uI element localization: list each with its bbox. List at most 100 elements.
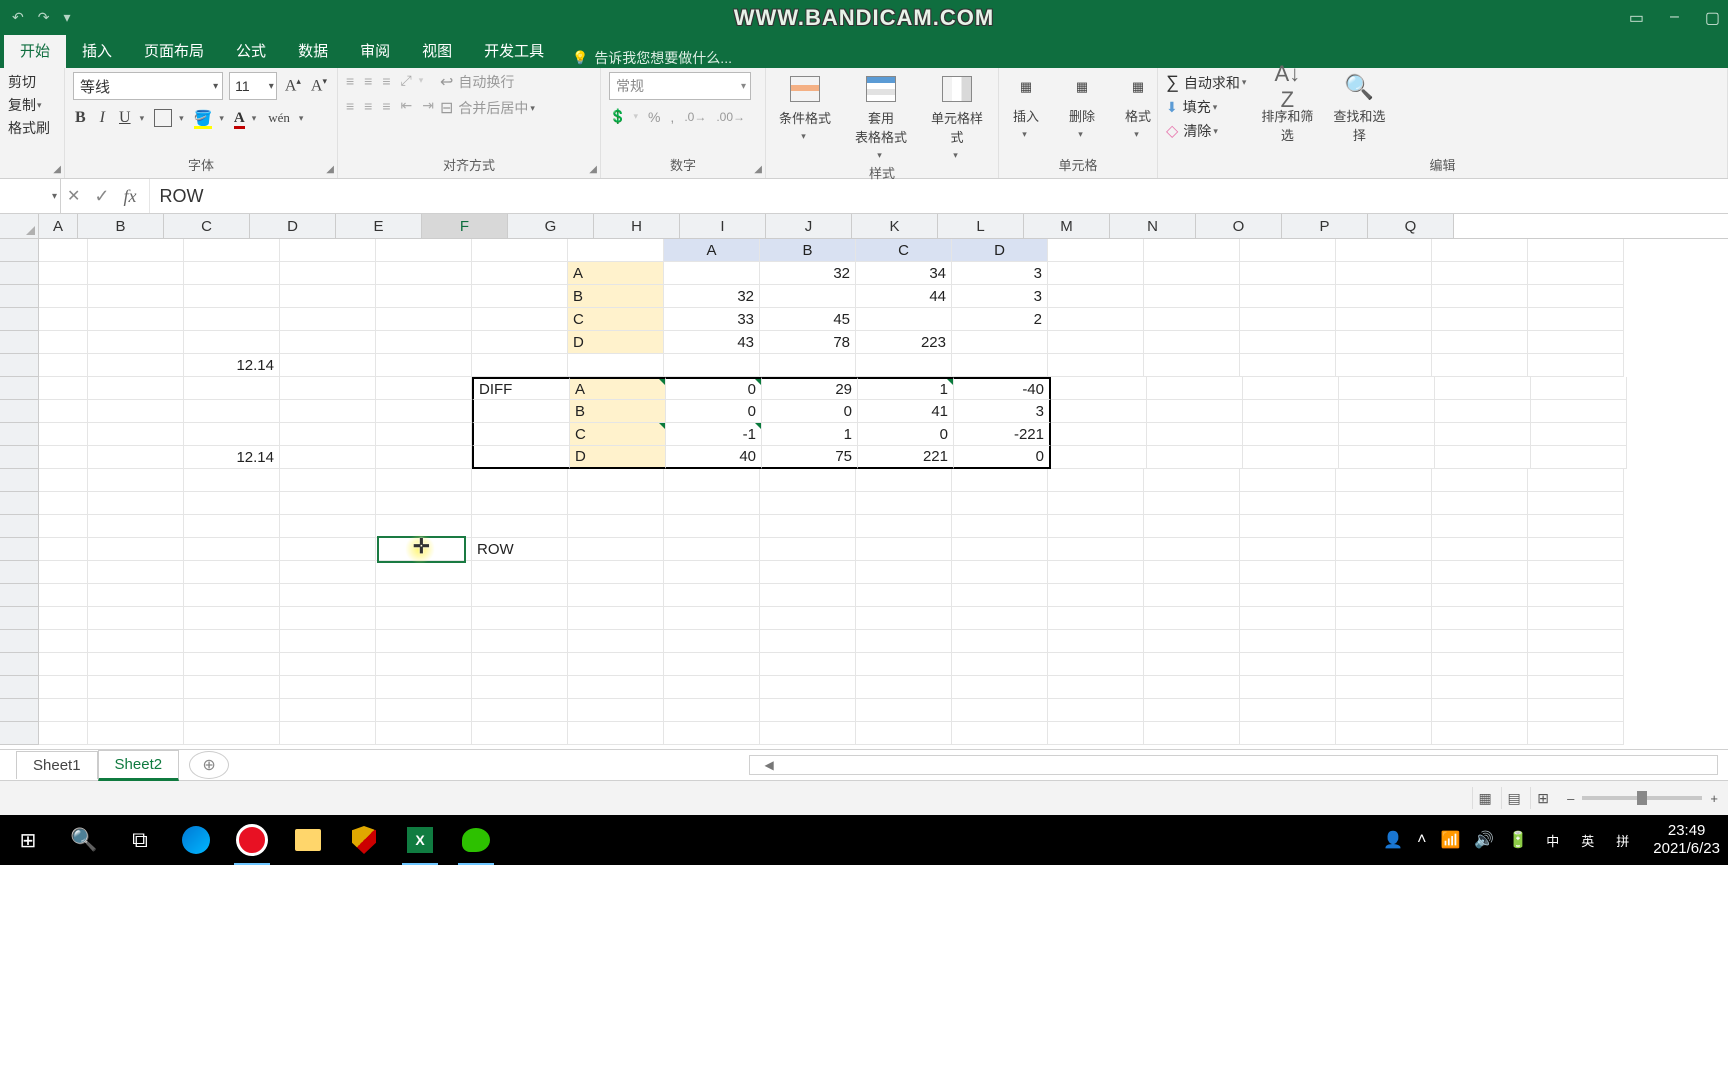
cell-N6[interactable] [1240, 354, 1336, 377]
cell-A3[interactable] [39, 285, 88, 308]
cell-P14[interactable] [1432, 538, 1528, 561]
cell-J17[interactable] [856, 607, 952, 630]
cell-J8[interactable]: 41 [858, 400, 954, 423]
ribbon-options-icon[interactable]: ▭ [1625, 6, 1648, 30]
cell-B7[interactable] [88, 377, 184, 400]
tab-home[interactable]: 开始 [4, 33, 66, 68]
align-bottom-icon[interactable]: ≡ [382, 73, 390, 89]
cell-H10[interactable]: 40 [666, 446, 762, 469]
cell-C15[interactable] [184, 561, 280, 584]
tab-developer[interactable]: 开发工具 [468, 33, 560, 68]
cell-G8[interactable]: B [570, 400, 666, 423]
cell-Q17[interactable] [1528, 607, 1624, 630]
row-header[interactable] [0, 653, 39, 676]
cell-D19[interactable] [280, 653, 376, 676]
currency-icon[interactable]: 💲 [609, 108, 626, 125]
cell-E5[interactable] [376, 331, 472, 354]
cell-N16[interactable] [1240, 584, 1336, 607]
col-M[interactable]: M [1024, 214, 1110, 238]
cell-H7[interactable]: 0 [666, 377, 762, 400]
cell-C4[interactable] [184, 308, 280, 331]
cell-G11[interactable] [568, 469, 664, 492]
cell-F16[interactable] [472, 584, 568, 607]
cell-M15[interactable] [1144, 561, 1240, 584]
cell-Q4[interactable] [1528, 308, 1624, 331]
phonetic-icon[interactable]: wén [266, 109, 292, 127]
cell-E9[interactable] [376, 423, 472, 446]
format-cells-button[interactable]: ▦ 格式▾ [1119, 72, 1157, 140]
cell-G3[interactable]: B [568, 285, 664, 308]
cell-Q13[interactable] [1528, 515, 1624, 538]
shrink-font-icon[interactable]: A▾ [309, 75, 329, 96]
spreadsheet-grid[interactable]: A B C D E F G H I J K L M N O P Q ABCDA3… [0, 214, 1728, 749]
cell-I7[interactable]: 29 [762, 377, 858, 400]
cell-L22[interactable] [1048, 722, 1144, 745]
cell-G12[interactable] [568, 492, 664, 515]
formula-input[interactable]: ROW [150, 179, 1728, 213]
cell-O7[interactable] [1339, 377, 1435, 400]
cell-B21[interactable] [88, 699, 184, 722]
tab-insert[interactable]: 插入 [66, 33, 128, 68]
cell-L11[interactable] [1048, 469, 1144, 492]
cell-F9[interactable] [472, 423, 570, 446]
align-middle-icon[interactable]: ≡ [364, 73, 372, 89]
cell-G19[interactable] [568, 653, 664, 676]
cell-F1[interactable] [472, 239, 568, 262]
cell-C20[interactable] [184, 676, 280, 699]
cell-N15[interactable] [1240, 561, 1336, 584]
cell-D21[interactable] [280, 699, 376, 722]
cell-C5[interactable] [184, 331, 280, 354]
cell-J1[interactable]: C [856, 239, 952, 262]
ime-en[interactable]: 英 [1577, 829, 1598, 852]
cell-D3[interactable] [280, 285, 376, 308]
cell-M1[interactable] [1144, 239, 1240, 262]
cell-F21[interactable] [472, 699, 568, 722]
cell-I21[interactable] [760, 699, 856, 722]
cell-O18[interactable] [1336, 630, 1432, 653]
file-explorer-icon[interactable] [280, 815, 336, 865]
cell-H22[interactable] [664, 722, 760, 745]
cell-I1[interactable]: B [760, 239, 856, 262]
cell-I22[interactable] [760, 722, 856, 745]
tab-data[interactable]: 数据 [282, 33, 344, 68]
wifi-icon[interactable]: 📶 [1440, 830, 1460, 850]
cell-K5[interactable] [952, 331, 1048, 354]
cell-N8[interactable] [1243, 400, 1339, 423]
row-header[interactable] [0, 561, 39, 584]
cell-M3[interactable] [1144, 285, 1240, 308]
font-launcher-icon[interactable]: ◢ [326, 164, 334, 175]
cell-P4[interactable] [1432, 308, 1528, 331]
cell-D2[interactable] [280, 262, 376, 285]
cell-B14[interactable] [88, 538, 184, 561]
cell-P7[interactable] [1435, 377, 1531, 400]
cell-E3[interactable] [376, 285, 472, 308]
col-Q[interactable]: Q [1368, 214, 1454, 238]
cell-A16[interactable] [39, 584, 88, 607]
cell-K21[interactable] [952, 699, 1048, 722]
italic-button[interactable]: I [98, 108, 107, 128]
border-button[interactable] [154, 109, 172, 127]
cell-Q7[interactable] [1531, 377, 1627, 400]
cell-K11[interactable] [952, 469, 1048, 492]
tray-up-icon[interactable]: ˄ [1417, 831, 1426, 849]
cell-B2[interactable] [88, 262, 184, 285]
cell-K22[interactable] [952, 722, 1048, 745]
tab-view[interactable]: 视图 [406, 33, 468, 68]
align-top-icon[interactable]: ≡ [346, 73, 354, 89]
col-C[interactable]: C [164, 214, 250, 238]
cell-L10[interactable] [1051, 446, 1147, 469]
cell-H19[interactable] [664, 653, 760, 676]
format-painter-button[interactable]: 格式刷 [8, 118, 50, 138]
cell-I20[interactable] [760, 676, 856, 699]
volume-icon[interactable]: 🔊 [1474, 830, 1494, 850]
cell-L7[interactable] [1051, 377, 1147, 400]
cell-G6[interactable] [568, 354, 664, 377]
cell-E1[interactable] [376, 239, 472, 262]
cell-I16[interactable] [760, 584, 856, 607]
cell-A17[interactable] [39, 607, 88, 630]
cell-Q21[interactable] [1528, 699, 1624, 722]
col-G[interactable]: G [508, 214, 594, 238]
comma-icon[interactable]: , [670, 109, 674, 125]
cell-B19[interactable] [88, 653, 184, 676]
cell-L4[interactable] [1048, 308, 1144, 331]
